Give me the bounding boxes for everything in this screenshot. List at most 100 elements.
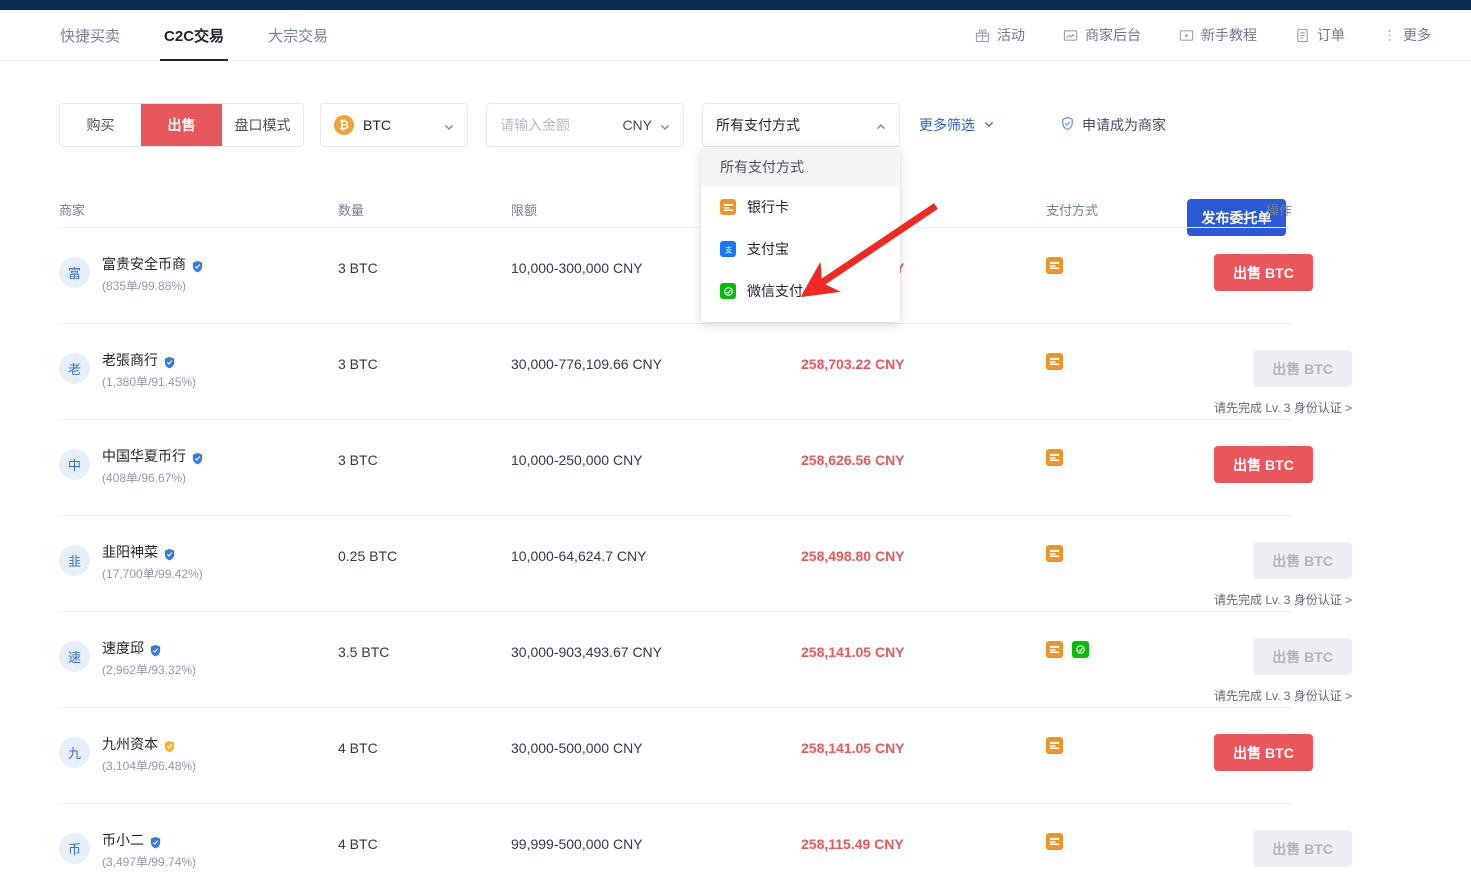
side-mode-segmented-control: 购买 出售 盘口模式 (59, 103, 304, 147)
nav-link-label: 订单 (1317, 25, 1345, 45)
btc-icon: ₿ (334, 115, 354, 135)
nav-link-tutorial[interactable]: 新手教程 (1179, 25, 1257, 45)
nav-link-more[interactable]: 更多 (1383, 25, 1431, 45)
merchant-stats: (835单/99.88%) (102, 277, 204, 294)
merchant-name: 九州资本 (102, 734, 158, 754)
chevron-down-icon (983, 117, 995, 133)
dropdown-item-all-payments[interactable]: 所有支付方式 (701, 148, 900, 186)
merchant-stats: (3,104单/96.48%) (102, 757, 196, 774)
side-tab-sell[interactable]: 出售 (141, 104, 222, 146)
amount-input[interactable]: 请输入金额 (500, 115, 622, 135)
wechat-pay-icon (1072, 641, 1089, 658)
avatar: 币 (59, 833, 90, 864)
kyc-requirement-link[interactable]: 请先完成 Lv. 3 身份认证 > (1214, 591, 1352, 608)
coin-select-value: BTC (363, 117, 443, 133)
payment-methods-cell (1046, 734, 1214, 754)
merchant-name-row: 老張商行 (102, 350, 196, 370)
merchant-stats: (17,700单/99.42%) (102, 565, 203, 582)
shield-check-icon (1060, 116, 1075, 134)
merchant-name: 富贵安全币商 (102, 254, 186, 274)
payment-methods-cell (1046, 830, 1214, 850)
merchant-cell[interactable]: 九九州资本 (3,104单/96.48%) (59, 734, 338, 774)
svg-text:支: 支 (724, 245, 732, 254)
nav-tab-label: C2C交易 (164, 25, 224, 46)
dropdown-item-bank-card[interactable]: 银行卡 (701, 186, 900, 228)
nav-link-label: 更多 (1403, 25, 1431, 45)
price-value: 258,115.49 CNY (801, 830, 1046, 854)
side-tab-buy[interactable]: 购买 (60, 104, 141, 146)
merchant-cell[interactable]: 韭韭阳神菜(17,700单/99.42%) (59, 542, 338, 582)
merchant-name: 速度邱 (102, 638, 144, 658)
merchant-cell[interactable]: 币币小二(3,497单/99.74%) (59, 830, 338, 870)
avatar: 富 (59, 257, 90, 288)
sell-btc-button[interactable]: 出售 BTC (1214, 254, 1313, 291)
nav-link-merchant-console[interactable]: 商家后台 (1063, 25, 1141, 45)
merchant-stats: (2,962单/93.32%) (102, 661, 196, 678)
column-header-amount: 数量 (338, 200, 511, 219)
nav-link-activity[interactable]: 活动 (975, 25, 1025, 45)
table-row: 中中国华夏币行(408单/96.67%)3 BTC10,000-250,000 … (59, 420, 1292, 516)
amount-value: 4 BTC (338, 830, 511, 854)
merchant-cell[interactable]: 中中国华夏币行(408单/96.67%) (59, 446, 338, 486)
alipay-icon: 支 (720, 241, 736, 257)
merchant-cell[interactable]: 富富贵安全币商 (835单/99.88%) (59, 254, 338, 294)
c2c-trading-page: 快捷买卖 C2C交易 大宗交易 活动 (0, 0, 1471, 876)
avatar: 老 (59, 353, 90, 384)
merchant-name: 韭阳神菜 (102, 542, 158, 562)
limit-value: 10,000-64,624.7 CNY (511, 542, 801, 566)
table-row: 速速度邱(2,962单/93.32%)3.5 BTC30,000-903,493… (59, 612, 1292, 708)
sell-btc-button: 出售 BTC (1253, 638, 1352, 675)
verified-gold-icon (163, 738, 176, 751)
side-tab-label: 出售 (168, 115, 196, 135)
action-cell: 出售 BTC请先完成 Lv. 3 身份认证 > (1214, 830, 1352, 876)
nav-tab-quick-trade[interactable]: 快捷买卖 (56, 10, 124, 61)
verified-blue-icon (191, 450, 204, 463)
column-header-merchant: 商家 (59, 200, 338, 219)
amount-value: 3 BTC (338, 350, 511, 374)
column-header-payment: 支付方式 (1046, 200, 1214, 219)
dropdown-item-wechat-pay[interactable]: 微信支付 (701, 270, 900, 312)
merchant-name-row: 富贵安全币商 (102, 254, 204, 274)
avatar: 九 (59, 737, 90, 768)
table-row: 韭韭阳神菜(17,700单/99.42%)0.25 BTC10,000-64,6… (59, 516, 1292, 612)
apply-merchant-link[interactable]: 申请成为商家 (1060, 103, 1166, 147)
merchant-console-icon (1063, 28, 1078, 43)
currency-select-value: CNY (622, 117, 652, 133)
coin-select[interactable]: ₿ BTC (320, 103, 468, 147)
nav-tab-c2c[interactable]: C2C交易 (160, 10, 228, 61)
bank-card-icon (1046, 833, 1063, 850)
dropdown-item-label: 支付宝 (747, 239, 789, 259)
chevron-down-icon[interactable] (659, 120, 670, 131)
apply-merchant-label: 申请成为商家 (1082, 115, 1166, 135)
sell-btc-button[interactable]: 出售 BTC (1214, 734, 1313, 771)
limit-value: 10,000-250,000 CNY (511, 446, 801, 470)
nav-link-orders[interactable]: 订单 (1295, 25, 1345, 45)
nav-link-label: 商家后台 (1085, 25, 1141, 45)
verified-blue-icon (163, 546, 176, 559)
merchant-cell[interactable]: 速速度邱(2,962单/93.32%) (59, 638, 338, 678)
merchant-cell[interactable]: 老老張商行(1,380单/91.45%) (59, 350, 338, 390)
bank-card-icon (1046, 449, 1063, 466)
gift-icon (975, 28, 990, 43)
action-cell: 出售 BTC请先完成 Lv. 3 身份认证 > (1214, 542, 1352, 608)
action-cell: 出售 BTC请先完成 Lv. 3 身份认证 > (1214, 350, 1352, 416)
limit-value: 30,000-903,493.67 CNY (511, 638, 801, 662)
more-filter-button[interactable]: 更多筛选 (919, 103, 995, 147)
sell-btc-button[interactable]: 出售 BTC (1214, 446, 1313, 483)
table-row: 富富贵安全币商(835单/99.88%)3 BTC10,000-300,000 … (59, 228, 1292, 324)
side-tab-orderbook-mode[interactable]: 盘口模式 (222, 104, 303, 146)
amount-input-wrapper[interactable]: 请输入金额 CNY (486, 103, 684, 147)
kyc-requirement-link[interactable]: 请先完成 Lv. 3 身份认证 > (1214, 687, 1352, 704)
merchant-name-row: 九州资本 (102, 734, 196, 754)
verified-blue-icon (149, 834, 162, 847)
payment-method-dropdown: 所有支付方式 银行卡 支 支付宝 (701, 148, 900, 322)
nav-link-label: 新手教程 (1201, 25, 1257, 45)
order-document-icon (1295, 28, 1310, 43)
payment-method-select[interactable]: 所有支付方式 (702, 103, 900, 147)
dropdown-item-alipay[interactable]: 支 支付宝 (701, 228, 900, 270)
price-value: 258,626.56 CNY (801, 446, 1046, 470)
more-filter-label: 更多筛选 (919, 115, 975, 135)
merchant-stats: (408单/96.67%) (102, 469, 204, 486)
nav-tab-block-trade[interactable]: 大宗交易 (264, 10, 332, 61)
kyc-requirement-link[interactable]: 请先完成 Lv. 3 身份认证 > (1214, 399, 1352, 416)
